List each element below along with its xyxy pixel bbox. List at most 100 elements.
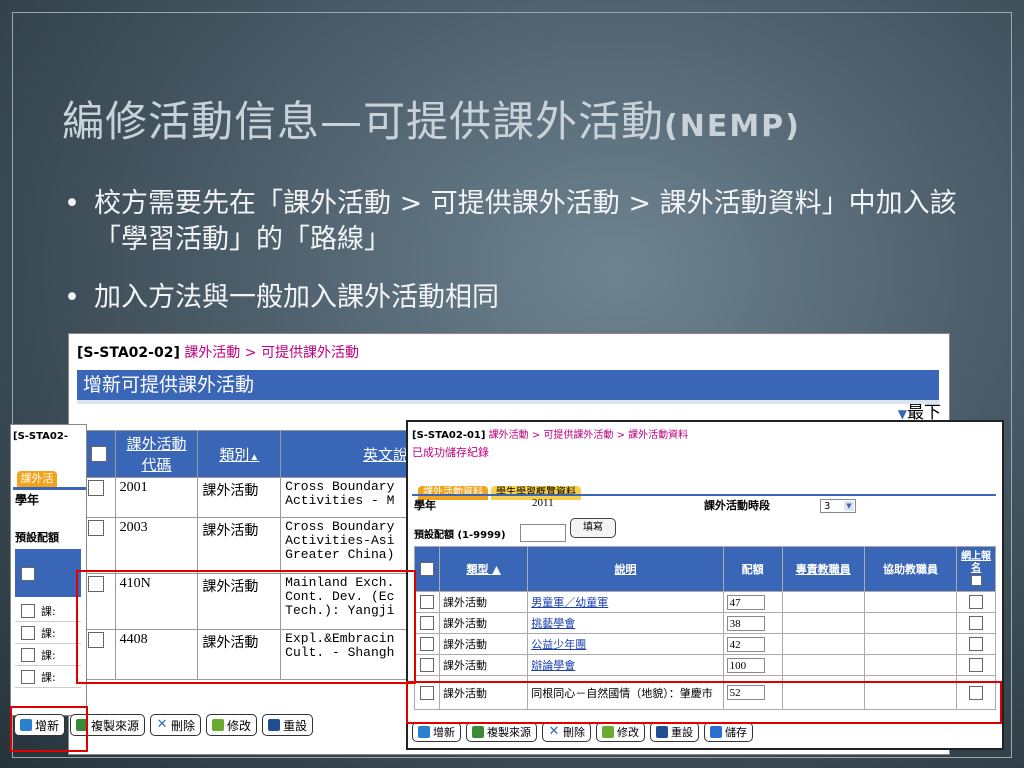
row-desc[interactable]: 男童軍／幼童軍 — [527, 591, 724, 613]
edit-button[interactable]: 修改 — [596, 722, 645, 742]
col-english[interactable]: 英文說 — [280, 430, 413, 478]
year-value: 2011 — [532, 497, 554, 509]
row-assist — [863, 591, 958, 613]
add-icon — [20, 719, 32, 731]
row-staff — [781, 654, 865, 676]
copy-icon — [472, 726, 484, 738]
col-staff[interactable]: 專責教職員 — [781, 546, 865, 592]
col-online[interactable]: 網上報名 — [956, 546, 996, 592]
list-item[interactable]: 課: — [15, 599, 81, 622]
table-row[interactable]: 2003 課外活動 Cross Boundary Activities-Asi Grea… — [83, 517, 413, 574]
col-assist: 協助教職員 — [863, 546, 958, 592]
row-category: 課外活動 — [197, 477, 282, 518]
table-row[interactable]: 課外活動 辯論學會 100 — [414, 654, 996, 676]
row-checkbox[interactable] — [414, 654, 440, 676]
delete-icon: ✕ — [548, 724, 560, 739]
row-code: 2003 — [114, 517, 199, 574]
row-staff — [781, 612, 865, 634]
row-quota[interactable]: 100 — [722, 654, 783, 676]
year-label: 學年 — [414, 499, 436, 512]
left-preset-label: 預設配額 — [15, 531, 59, 544]
row-quota[interactable]: 47 — [722, 591, 783, 613]
row-checkbox[interactable] — [83, 517, 116, 574]
row-quota[interactable]: 52 — [722, 675, 783, 710]
col-desc[interactable]: 說明 — [527, 546, 724, 592]
copy-source-button[interactable]: 複製來源 — [70, 714, 146, 736]
period-label: 課外活動時段 — [704, 499, 770, 512]
activity-table: 課外活動代碼 類別▲ 英文說 2001 課外活動 Cross Boundary Act… — [83, 430, 413, 680]
header-underline — [77, 400, 939, 404]
copy-icon — [76, 719, 89, 731]
delete-icon: ✕ — [156, 717, 168, 732]
breadcrumb: [S-STA02-02] 課外活動 > 可提供課外活動 — [77, 345, 359, 361]
table-row[interactable]: 4408 課外活動 Expl.&Embracin Cult. - Shangh — [83, 629, 413, 680]
left-code: [S-STA02- — [13, 431, 68, 442]
fill-button[interactable]: 填寫 — [570, 518, 616, 538]
row-assist — [863, 612, 958, 634]
screenshot-left-partial: [S-STA02- 課外活動 學年 預設配額 課: 課: 課: 課: — [10, 424, 87, 716]
row-online-checkbox[interactable] — [956, 654, 996, 676]
add-button[interactable]: 增新 — [412, 722, 461, 742]
row-online-checkbox[interactable] — [956, 591, 996, 613]
row-category: 課外活動 — [197, 517, 282, 574]
bullet-1: • 校方需要先在「課外活動 > 可提供課外活動 > 課外活動資料」中加入該「學習活… — [64, 188, 957, 255]
reset-icon — [268, 719, 281, 731]
delete-button[interactable]: ✕ 刪除 — [150, 714, 202, 736]
table-row[interactable]: 課外活動 挑藝學會 38 — [414, 612, 996, 634]
row-desc[interactable]: 公益少年團 — [527, 633, 724, 655]
add-icon — [418, 726, 430, 738]
row-english: Cross Boundary Activities - M — [280, 477, 413, 518]
delete-button[interactable]: ✕ 刪除 — [542, 722, 591, 742]
row-checkbox[interactable] — [414, 612, 440, 634]
reset-icon — [656, 726, 668, 738]
back-toolbar: 增新 複製來源 ✕ 刪除 修改 重設 — [14, 714, 314, 736]
list-item[interactable]: 課: — [15, 665, 81, 688]
edit-button[interactable]: 修改 — [206, 714, 258, 736]
row-category: 課外活動 — [197, 573, 282, 630]
row-checkbox[interactable] — [83, 629, 116, 680]
bullet-2: • 加入方法與一般加入課外活動相同 — [64, 282, 499, 313]
table-row[interactable]: 課外活動 男童軍／幼童軍 47 — [414, 591, 996, 613]
row-desc[interactable]: 辯論學會 — [527, 654, 724, 676]
left-divider — [13, 487, 86, 490]
row-quota[interactable]: 38 — [722, 612, 783, 634]
left-tab[interactable]: 課外活動 — [17, 471, 57, 501]
row-assist — [863, 633, 958, 655]
col-type[interactable]: 類型 ▲ — [438, 546, 529, 592]
select-all-checkbox[interactable] — [83, 430, 116, 478]
row-online-checkbox[interactable] — [956, 633, 996, 655]
list-item[interactable]: 課: — [15, 621, 81, 644]
row-checkbox[interactable] — [83, 477, 116, 518]
select-all-checkbox[interactable] — [414, 546, 440, 592]
save-button[interactable]: 儲存 — [704, 722, 753, 742]
row-online-checkbox[interactable] — [956, 612, 996, 634]
table-row[interactable]: 課外活動 同根同心－自然國情（地貌）：肇慶市 52 — [414, 675, 996, 710]
col-code[interactable]: 課外活動代碼 — [114, 430, 199, 478]
row-online-checkbox[interactable] — [956, 675, 996, 710]
row-type: 課外活動 — [438, 612, 529, 634]
row-desc[interactable]: 挑藝學會 — [527, 612, 724, 634]
row-quota[interactable]: 42 — [722, 633, 783, 655]
reset-button[interactable]: 重設 — [650, 722, 699, 742]
col-category[interactable]: 類別▲ — [197, 430, 282, 478]
activity-table: 類型 ▲ 說明 配額 專責教職員 協助教職員 網上報名 課外活動 男童軍／幼童軍 4… — [414, 546, 996, 710]
row-assist — [863, 654, 958, 676]
preset-quota-input[interactable] — [520, 524, 566, 542]
row-code: 410N — [114, 573, 199, 630]
row-english: Cross Boundary Activities-Asi Greater Chin… — [280, 517, 413, 574]
saved-message: 已成功儲存紀錄 — [412, 446, 489, 459]
table-row[interactable]: 410N 課外活動 Mainland Exch. Cont. Dev. (Ec Tech… — [83, 573, 413, 630]
reset-button[interactable]: 重設 — [262, 714, 314, 736]
row-checkbox[interactable] — [83, 573, 116, 630]
table-row[interactable]: 2001 課外活動 Cross Boundary Activities - M — [83, 477, 413, 518]
save-icon — [710, 726, 722, 738]
row-checkbox[interactable] — [414, 675, 440, 710]
period-select[interactable]: 3 ▼ — [820, 499, 856, 513]
copy-source-button[interactable]: 複製來源 — [466, 722, 537, 742]
row-checkbox[interactable] — [414, 633, 440, 655]
slide-title: 編修活動信息—可提供課外活動(NEMP) — [62, 97, 801, 146]
table-row[interactable]: 課外活動 公益少年團 42 — [414, 633, 996, 655]
list-item[interactable]: 課: — [15, 643, 81, 666]
row-checkbox[interactable] — [414, 591, 440, 613]
add-button[interactable]: 增新 — [14, 714, 66, 736]
